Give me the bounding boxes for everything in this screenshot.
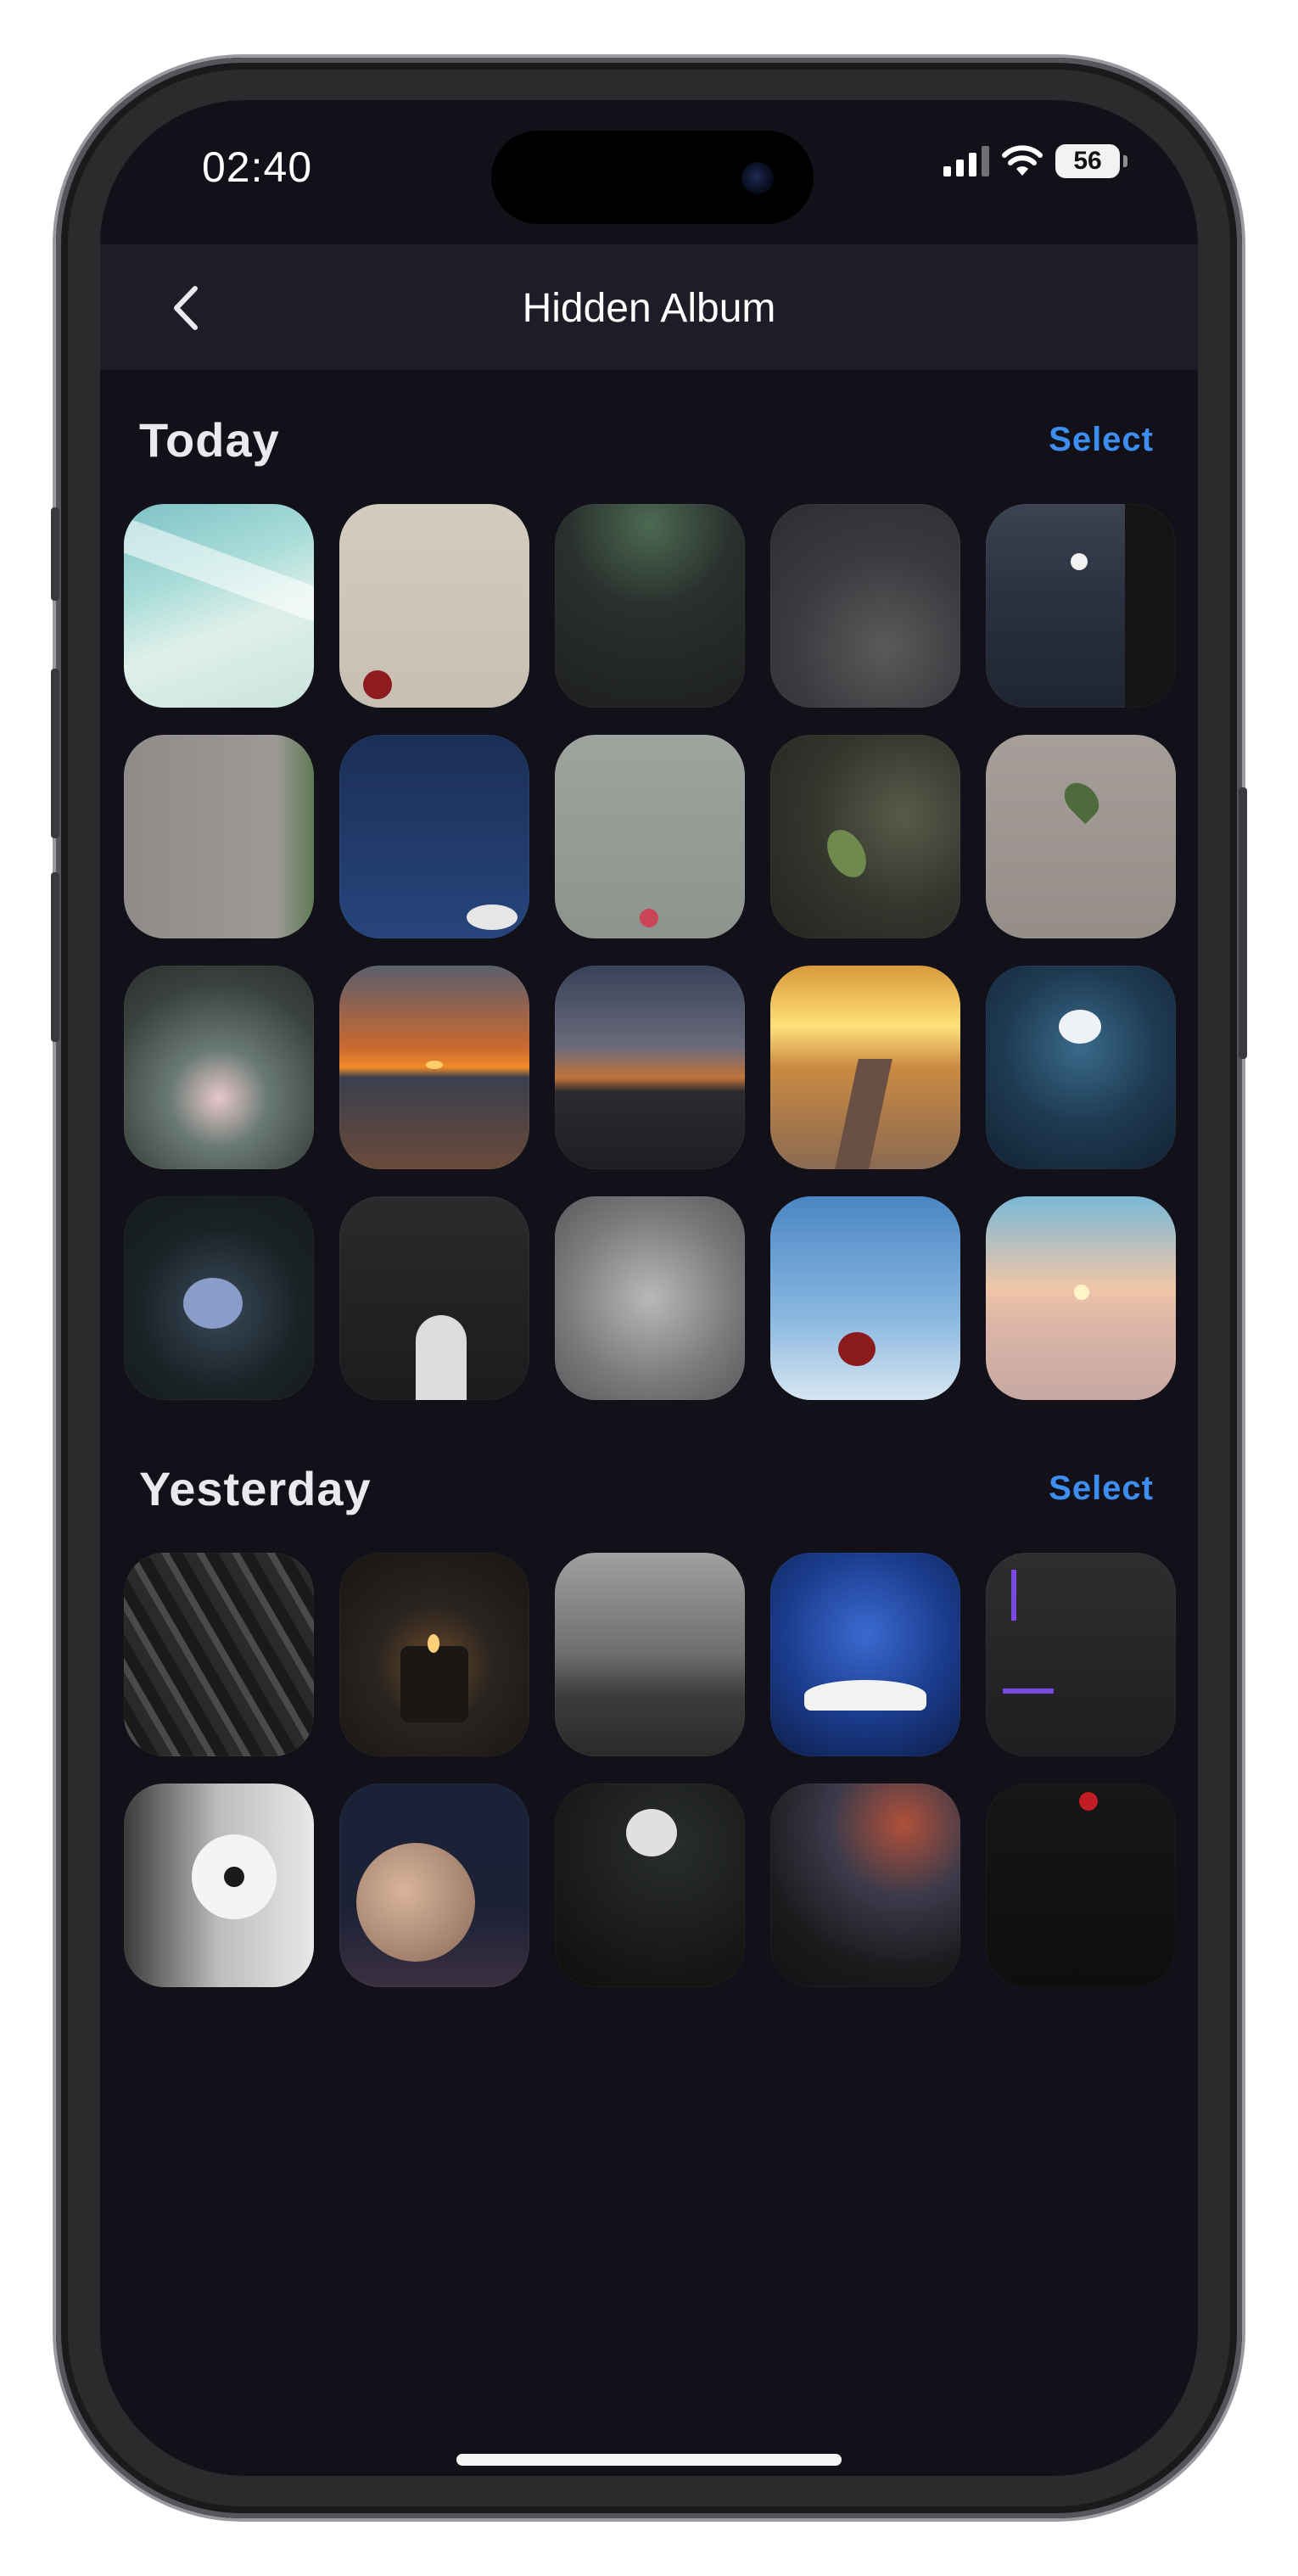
section-header: Yesterday Select — [139, 1461, 1154, 1529]
status-bar: 02:40 56 — [100, 100, 1198, 244]
photo-thumbnail[interactable] — [339, 1553, 529, 1756]
photo-grid — [124, 504, 1176, 1400]
photo-thumbnail[interactable] — [555, 1784, 745, 1987]
section-title: Yesterday — [139, 1462, 372, 1515]
photo-thumbnail[interactable] — [555, 504, 745, 708]
page-title: Hidden Album — [522, 286, 776, 331]
app-screen: 02:40 56 Hidden Album Today Select Yeste… — [100, 100, 1198, 2476]
volume-down-button — [51, 872, 59, 1042]
photo-thumbnail[interactable] — [986, 735, 1176, 938]
front-camera — [741, 162, 774, 194]
home-indicator[interactable] — [456, 2454, 842, 2466]
action-button — [51, 507, 59, 601]
photo-thumbnail[interactable] — [555, 735, 745, 938]
photo-thumbnail[interactable] — [124, 1553, 314, 1756]
photo-thumbnail[interactable] — [339, 1196, 529, 1400]
photo-thumbnail[interactable] — [770, 966, 960, 1169]
section-header: Today Select — [139, 412, 1154, 480]
photo-thumbnail[interactable] — [339, 504, 529, 708]
photo-thumbnail[interactable] — [770, 735, 960, 938]
cellular-signal-icon — [943, 146, 989, 176]
photo-thumbnail[interactable] — [124, 1784, 314, 1987]
photo-thumbnail[interactable] — [555, 1553, 745, 1756]
status-icons: 56 — [943, 144, 1127, 178]
photo-thumbnail[interactable] — [124, 1196, 314, 1400]
status-time: 02:40 — [202, 143, 313, 191]
battery-icon: 56 — [1055, 144, 1127, 178]
photo-thumbnail[interactable] — [339, 735, 529, 938]
photo-grid — [124, 1553, 1176, 1987]
photo-thumbnail[interactable] — [124, 966, 314, 1169]
photo-thumbnail[interactable] — [770, 1553, 960, 1756]
navigation-bar: Hidden Album — [100, 244, 1198, 370]
photo-thumbnail[interactable] — [124, 735, 314, 938]
photo-thumbnail[interactable] — [986, 1196, 1176, 1400]
photo-thumbnail[interactable] — [555, 1196, 745, 1400]
photo-thumbnail[interactable] — [986, 1553, 1176, 1756]
volume-up-button — [51, 669, 59, 838]
section-title: Today — [139, 413, 280, 467]
photo-thumbnail[interactable] — [770, 1196, 960, 1400]
photo-thumbnail[interactable] — [555, 966, 745, 1169]
photo-thumbnail[interactable] — [770, 504, 960, 708]
photo-thumbnail[interactable] — [986, 966, 1176, 1169]
photo-thumbnail[interactable] — [770, 1784, 960, 1987]
wifi-icon — [1002, 145, 1043, 176]
select-button[interactable]: Select — [1049, 1470, 1154, 1508]
photo-thumbnail[interactable] — [986, 504, 1176, 708]
photo-thumbnail[interactable] — [339, 966, 529, 1169]
power-button — [1239, 787, 1247, 1059]
select-button[interactable]: Select — [1049, 421, 1154, 459]
photo-thumbnail[interactable] — [124, 504, 314, 708]
photo-thumbnail[interactable] — [339, 1784, 529, 1987]
battery-level: 56 — [1073, 147, 1102, 175]
photo-thumbnail[interactable] — [986, 1784, 1176, 1987]
